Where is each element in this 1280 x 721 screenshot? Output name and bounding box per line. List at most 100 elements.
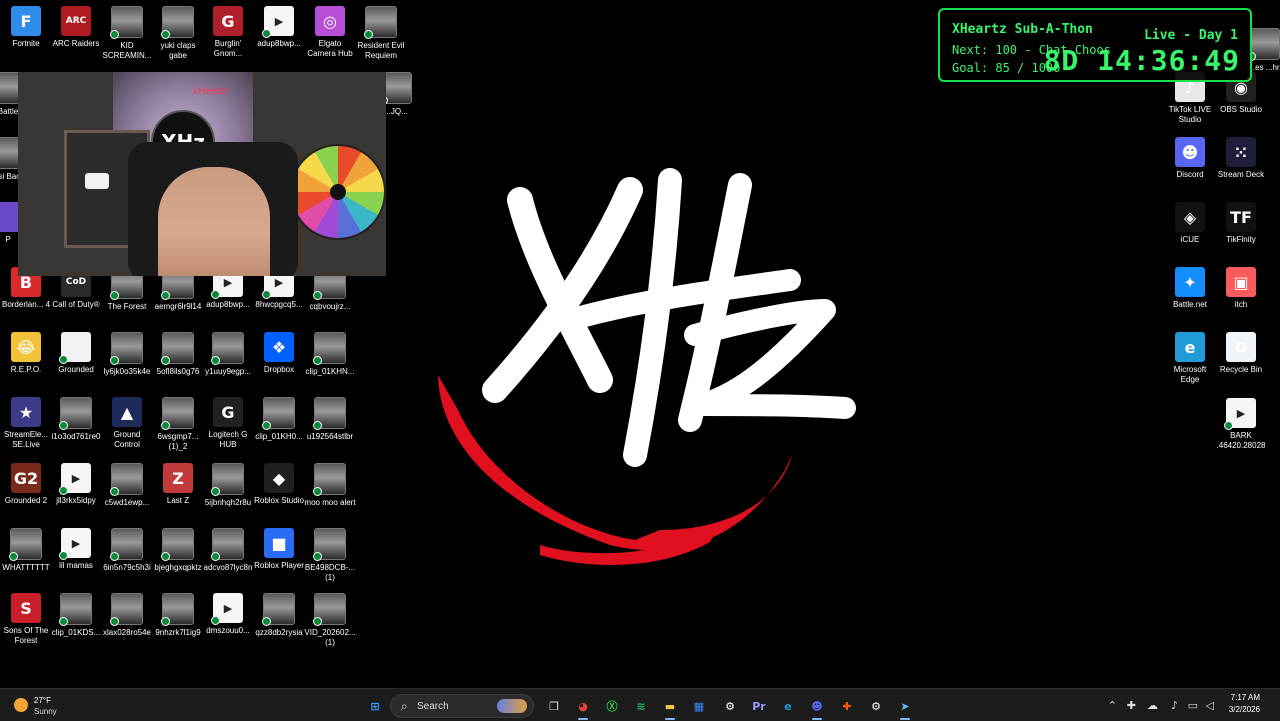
desktop-icon[interactable]: ◎ Elgato Camera Hub xyxy=(304,6,356,59)
desktop-icon[interactable]: ARC ARC Raiders xyxy=(50,6,102,49)
desktop-icon[interactable]: moo moo alert xyxy=(304,463,356,508)
desktop-icon[interactable]: clip_01KDS... xyxy=(50,593,102,638)
desktop-icon[interactable]: clip_01KH0... xyxy=(253,397,305,442)
tikfinity-icon: TF xyxy=(1226,202,1256,232)
weather-widget[interactable]: 27°F Sunny xyxy=(12,694,102,718)
desktop-icon[interactable]: 😂 R.E.P.O. xyxy=(0,332,52,375)
desktop-icon[interactable]: WHATTTTTT xyxy=(0,528,52,573)
desktop-icon[interactable]: 5ofl8ils0g76 xyxy=(152,332,204,377)
desktop-icon[interactable]: ▶ BARK .46420.28028 xyxy=(1215,398,1267,451)
microphone-icon[interactable]: ♪ xyxy=(1171,699,1178,712)
arc-raiders-icon: ARC xyxy=(61,6,91,36)
discord-taskbar-icon[interactable]: ☻ xyxy=(808,697,826,715)
desktop-icon[interactable]: G Burglin' Gnom... xyxy=(202,6,254,59)
video-thumbnail-icon xyxy=(59,593,92,626)
blank-file-icon xyxy=(59,332,91,364)
desktop-icon[interactable]: ▣ itch xyxy=(1215,267,1267,310)
desktop-icon[interactable]: ▶ lil mamas xyxy=(50,528,102,571)
taskbar: 27°F Sunny ⌕ Search ⊞ ❐ ◕ Ⓧ ≋ ▬ ▦ ⚙ Pr e ☻ ✚ ⚙ ➤ ⌃ ✚ … xyxy=(0,688,1280,721)
premiere-pro-icon[interactable]: Pr xyxy=(750,697,768,715)
steam-settings-icon[interactable]: ⚙ xyxy=(867,697,885,715)
desktop-icon[interactable]: ⁙ Stream Deck xyxy=(1215,137,1267,180)
volume-icon[interactable]: ◁ xyxy=(1206,699,1214,712)
desktop-icon[interactable]: ▶ dmszouu0... xyxy=(202,593,254,636)
chrome-icon[interactable]: ◕ xyxy=(574,697,592,715)
desktop-icon-label: TikFinity xyxy=(1226,235,1256,244)
taskbar-search-box[interactable]: ⌕ Search xyxy=(390,694,534,718)
desktop-icon[interactable]: ▲ Ground Control xyxy=(101,397,153,450)
desktop-icon[interactable]: ◈ iCUE xyxy=(1164,202,1216,245)
desktop-icon-label: jll3rkx5idpy xyxy=(56,496,96,505)
desktop-icon[interactable]: Z Last Z xyxy=(152,463,204,506)
steelseries-icon[interactable]: ✚ xyxy=(838,697,856,715)
desktop-icon[interactable]: F Fortnite xyxy=(0,6,52,49)
desktop-icon[interactable]: KID SCREAMIN... xyxy=(101,6,153,61)
desktop-icon[interactable]: 6wsgmp7... (1)_2 xyxy=(152,397,204,452)
task-view-icon[interactable]: ❐ xyxy=(545,697,563,715)
edge-taskbar-icon[interactable]: e xyxy=(779,697,797,715)
desktop-icon[interactable]: S Sons Of The Forest xyxy=(0,593,52,646)
desktop-icon[interactable]: qzz8db2rysia xyxy=(253,593,305,638)
desktop-icon[interactable]: ▶ jll3rkx5idpy xyxy=(50,463,102,506)
desktop-icon[interactable]: bjeghgxqpktz xyxy=(152,528,204,573)
clock-time[interactable]: 7:17 AM xyxy=(1231,693,1260,702)
desktop-icon[interactable]: ☻ Discord xyxy=(1164,137,1216,180)
spotify-icon[interactable]: ≋ xyxy=(632,697,650,715)
cloud-icon[interactable]: ☁ xyxy=(1147,699,1158,712)
icue-icon: ◈ xyxy=(1175,202,1205,232)
desktop-icon[interactable]: c5wd1ewp... xyxy=(101,463,153,508)
start-button[interactable]: ⊞ xyxy=(366,697,384,715)
desktop-icon[interactable]: i1o3od761re0 xyxy=(50,397,102,442)
video-thumbnail-icon xyxy=(313,593,346,626)
weather-temp: 27°F xyxy=(34,696,51,705)
webcam-streamer xyxy=(158,167,270,276)
display-icon[interactable]: ▭ xyxy=(1188,699,1198,712)
desktop-icon[interactable]: ★ StreamEle... SE.Live xyxy=(0,397,52,450)
desktop-icon[interactable]: ▶ adup8bwp... xyxy=(253,6,305,49)
desktop-icon[interactable]: ◆ Roblox Studio xyxy=(253,463,305,506)
desktop-icon[interactable]: TF TikFinity xyxy=(1215,202,1267,245)
desktop-icon[interactable]: 6in5n79c5h3i xyxy=(101,528,153,573)
desktop-icon-label: Roblox Player xyxy=(254,561,304,570)
chevron-up-icon[interactable]: ⌃ xyxy=(1108,699,1117,712)
stream-deck-icon: ⁙ xyxy=(1226,137,1256,167)
sun-icon xyxy=(14,698,28,712)
desktop-icon[interactable]: e Microsoft Edge xyxy=(1164,332,1216,385)
desktop-icon[interactable]: G2 Grounded 2 xyxy=(0,463,52,506)
microsoft-store-icon[interactable]: ▦ xyxy=(690,697,708,715)
desktop-icon[interactable]: Grounded xyxy=(50,332,102,375)
desktop-icon[interactable]: ■ Roblox Player xyxy=(253,528,305,571)
desktop-icon-label: R.E.P.O. xyxy=(10,365,42,374)
video-thumbnail-icon xyxy=(9,528,42,561)
desktop-icon[interactable]: ly6jk0o35k4e xyxy=(101,332,153,377)
video-thumbnail-icon xyxy=(211,463,244,496)
desktop-icon[interactable]: xlax028ro54e xyxy=(101,593,153,638)
desktop-icon-label: adup8bwp... xyxy=(257,39,301,48)
desktop-icon-label: BARK .46420.28028 xyxy=(1216,431,1266,450)
clock-date[interactable]: 3/2/2026 xyxy=(1229,705,1260,714)
desktop-icon[interactable]: VID_202602... (1) xyxy=(304,593,356,648)
file-explorer-icon[interactable]: ▬ xyxy=(661,697,679,715)
xbox-icon[interactable]: Ⓧ xyxy=(603,697,621,715)
desktop-icon[interactable]: ♻ Recycle Bin xyxy=(1215,332,1267,375)
desktop-icon[interactable]: u192564stlbr xyxy=(304,397,356,442)
desktop-icon[interactable]: clip_01KHN... xyxy=(304,332,356,377)
desktop-icon[interactable]: adcvo87lyc8n xyxy=(202,528,254,573)
desktop-icon[interactable]: y1uuy9egp... xyxy=(202,332,254,377)
video-thumbnail-icon xyxy=(59,397,92,430)
tray-app-icon[interactable]: ✚ xyxy=(1127,699,1136,712)
desktop-icon[interactable]: yuki claps gabe xyxy=(152,6,204,61)
steam-icon[interactable]: ➤ xyxy=(896,697,914,715)
settings-gear-icon[interactable]: ⚙ xyxy=(721,697,739,715)
sync-check-icon xyxy=(161,30,170,39)
desktop-icon[interactable]: Resident Evil Requiem xyxy=(355,6,407,61)
desktop-icon[interactable]: G Logitech G HUB xyxy=(202,397,254,450)
desktop-icon[interactable]: BE498DCB-... (1) xyxy=(304,528,356,583)
video-thumbnail-icon xyxy=(161,397,194,430)
desktop-icon[interactable]: 5ijbnhqh2r8u xyxy=(202,463,254,508)
desktop-icon[interactable]: ❖ Dropbox xyxy=(253,332,305,375)
video-file-icon: ▶ xyxy=(1224,398,1256,430)
sync-check-icon xyxy=(110,552,119,561)
desktop-icon[interactable]: ✦ Battle.net xyxy=(1164,267,1216,310)
desktop-icon[interactable]: 9nhzrk7l1ig9 xyxy=(152,593,204,638)
